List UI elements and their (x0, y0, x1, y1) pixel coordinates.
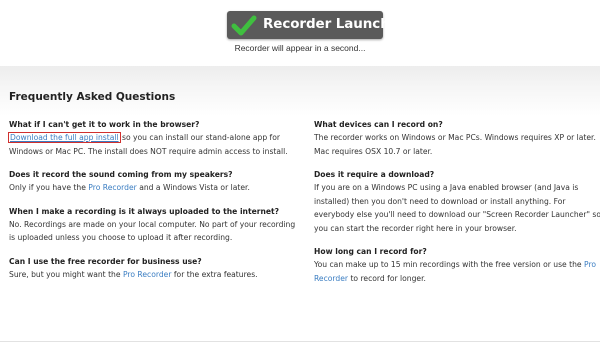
faq-answer: Only if you have the Pro Recorder and a … (9, 181, 299, 195)
faq-question: Can I use the free recorder for business… (9, 256, 202, 266)
faq-answer-text: You can make up to 15 min recordings wit… (314, 260, 585, 269)
faq-question: Does it require a download? (314, 170, 435, 179)
faq-question: When I make a recording is it always upl… (9, 206, 280, 216)
faq-answer: No. Recordings are made on your local co… (9, 219, 296, 243)
faq-question: What devices can I record on? (314, 120, 443, 129)
faq-left-column: What if I can't get it to work in the br… (8, 118, 299, 291)
launch-banner-area: Recorder Launched! Recorder will appear … (0, 0, 600, 66)
faq-item: Does it record the sound coming from my … (9, 168, 299, 195)
faq-answer-text: and a Windows Vista or later. (136, 183, 250, 192)
faq-item: How long can I record for? You can make … (314, 245, 600, 285)
faq-section: Frequently Asked Questions What if I can… (0, 66, 600, 346)
faq-question: How long can I record for? (314, 247, 427, 256)
pro-recorder-link[interactable]: Pro Recorder (88, 183, 137, 192)
faq-right-column: What devices can I record on? The record… (314, 118, 600, 295)
faq-item: Does it require a download? If you are o… (314, 168, 600, 235)
faq-item: What devices can I record on? The record… (314, 118, 600, 158)
download-full-app-link[interactable]: Download the full app install (8, 132, 121, 143)
faq-answer: Sure, but you might want the Pro Recorde… (9, 268, 299, 282)
faq-item: When I make a recording is it always upl… (9, 205, 299, 245)
bottom-divider (0, 341, 600, 342)
faq-answer-text: Only if you have the (9, 183, 89, 192)
faq-question: What if I can't get it to work in the br… (9, 120, 200, 129)
recorder-launched-subtitle: Recorder will appear in a second... (234, 43, 366, 53)
check-icon (231, 15, 257, 36)
faq-answer: The recorder works on Windows or Mac PCs… (314, 133, 596, 156)
faq-answer-text: for the extra features. (171, 269, 258, 279)
recorder-launched-title: Recorder Launched! (263, 16, 415, 32)
pro-recorder-link[interactable]: Pro Recorder (123, 270, 172, 279)
recorder-launched-badge: Recorder Launched! (227, 11, 414, 39)
faq-answer: If you are on a Windows PC using a Java … (314, 183, 600, 233)
faq-item: Can I use the free recorder for business… (9, 255, 299, 282)
faq-answer: You can make up to 15 min recordings wit… (314, 258, 600, 285)
faq-question: Does it record the sound coming from my … (9, 170, 233, 179)
faq-answer: Download the full app install so you can… (8, 131, 299, 158)
faq-answer-text: Sure, but you might want the (9, 269, 123, 279)
faq-answer-text: to record for longer. (348, 273, 426, 283)
faq-title: Frequently Asked Questions (9, 91, 176, 103)
faq-item: What if I can't get it to work in the br… (8, 118, 299, 158)
